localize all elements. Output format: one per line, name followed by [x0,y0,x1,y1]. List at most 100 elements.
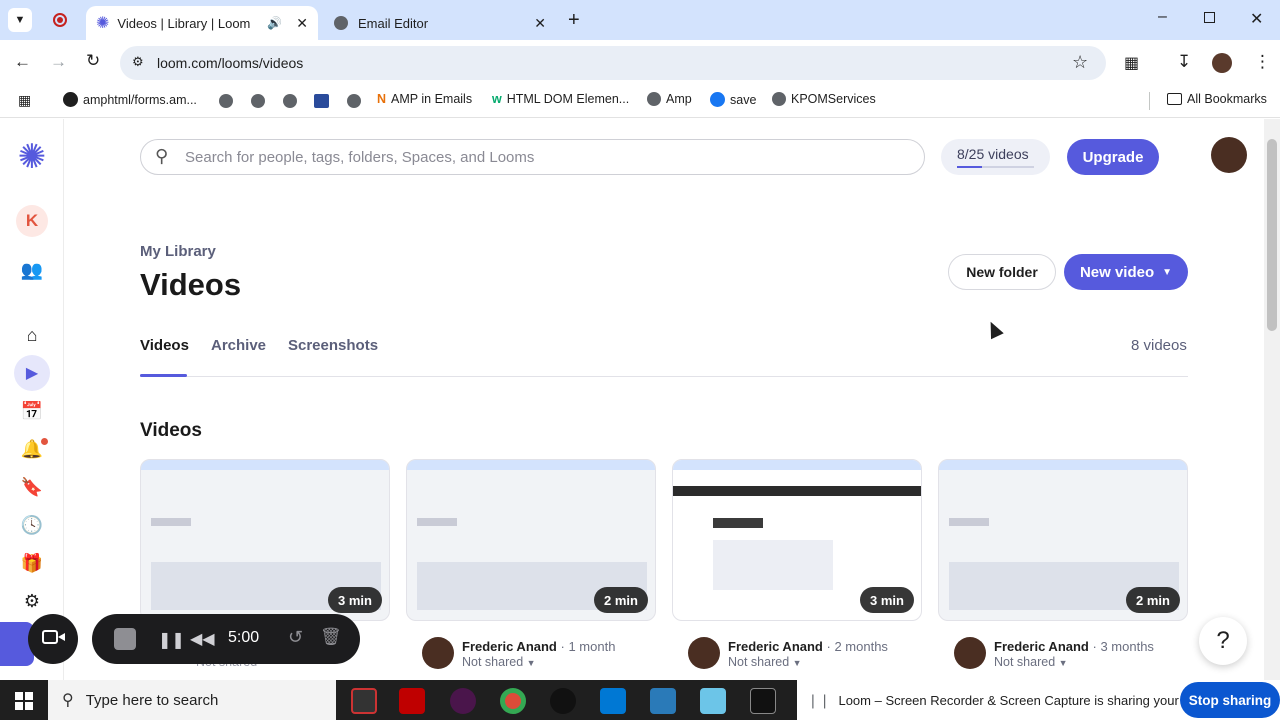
new-video-button[interactable]: New video ▼ [1064,254,1188,290]
new-folder-button[interactable]: New folder [948,254,1056,290]
author-name[interactable]: Frederic Anand [462,639,557,654]
bookmark-icon[interactable]: 🔖 [20,475,44,499]
active-tab-indicator [140,374,187,377]
reload-icon[interactable]: ↻ [86,51,100,71]
author-name[interactable]: Frederic Anand [994,639,1089,654]
bookmark-label: AMP in Emails [391,92,473,106]
profile-avatar[interactable] [1212,53,1232,73]
author-name[interactable]: Frederic Anand [728,639,823,654]
back-icon[interactable]: ← [14,52,31,72]
apps-grid-icon[interactable]: ▦ [18,92,31,109]
video-quota[interactable]: 8/25 videos [941,139,1050,175]
bookmarks-bar: ▦ amphtml/forms.am... N AMP in Emails w … [0,84,1280,118]
bookmark-amphtml[interactable]: amphtml/forms.am... [63,92,197,107]
tab-videos[interactable]: Videos [140,337,189,354]
download-icon[interactable]: ↧ [1177,52,1191,72]
gift-icon[interactable]: 🎁 [20,551,44,575]
loom-logo-icon[interactable]: ✺ [14,138,50,176]
bookmark-label: KPOMServices [791,92,876,106]
stop-button[interactable] [114,628,136,650]
drag-handle-icon[interactable]: ❘❘ [807,692,830,709]
duration-label: 3 min [870,592,904,608]
author-avatar[interactable] [688,637,720,669]
new-folder-label: New folder [966,264,1038,280]
site-settings-icon[interactable]: ⚙ [132,54,144,70]
windows-start-icon[interactable] [15,692,33,710]
people-icon[interactable]: 👥 [20,258,44,282]
close-icon[interactable]: ✕ [534,15,546,32]
bookmark-save[interactable]: save [710,92,756,107]
taskbar-search[interactable]: ⚲ Type here to search [48,680,336,720]
share-status[interactable]: Not shared ▼ [462,655,536,669]
tab-email-editor[interactable]: Email Editor ✕ [324,6,556,40]
slack-icon[interactable] [450,688,476,714]
library-icon[interactable]: ▶ [14,355,50,391]
stop-sharing-button[interactable]: Stop sharing [1180,682,1280,718]
filezilla-icon[interactable] [399,688,425,714]
scrollbar-thumb[interactable] [1267,139,1277,331]
new-tab-icon[interactable]: + [568,9,580,32]
globe-icon[interactable] [219,94,233,108]
duration-badge: 3 min [860,587,914,613]
close-icon[interactable]: ✕ [296,15,308,32]
rewind-icon[interactable]: ◀◀ [190,629,215,649]
vscode-icon[interactable] [600,688,626,714]
author-avatar[interactable] [954,637,986,669]
menu-icon[interactable]: ⋮ [1254,52,1271,72]
url-text[interactable]: loom.com/looms/videos [157,55,303,71]
clock-icon[interactable]: 🕓 [20,513,44,537]
minimize-icon[interactable]: – [1158,8,1167,26]
restore-icon[interactable] [1204,12,1215,23]
user-avatar[interactable] [1211,137,1247,173]
stop-sharing-label: Stop sharing [1188,692,1272,708]
pause-icon[interactable]: ❚❚ [158,630,185,650]
workspace-avatar[interactable]: K [16,205,48,237]
bookmark-site-icon[interactable] [314,94,329,108]
breadcrumb[interactable]: My Library [140,243,216,260]
home-icon[interactable]: ⌂ [20,323,44,347]
upgrade-button[interactable]: Upgrade [1067,139,1159,175]
scrollbar[interactable] [1264,119,1280,680]
terminal-icon[interactable] [750,688,776,714]
trash-icon[interactable]: 🗑 [320,627,342,647]
bookmark-amp[interactable]: Amp [647,92,692,106]
globe-icon[interactable] [347,94,361,108]
share-status[interactable]: Not shared ▼ [728,655,802,669]
tab-search-button[interactable]: ▼ [8,8,32,32]
close-window-icon[interactable]: ✕ [1250,9,1263,29]
author-avatar[interactable] [422,637,454,669]
speaker-icon[interactable]: 🔊 [267,16,282,30]
tab-archive[interactable]: Archive [211,337,266,354]
upwork-icon[interactable] [550,688,576,714]
globe-icon[interactable] [283,94,297,108]
all-bookmarks[interactable]: All Bookmarks [1167,92,1267,106]
video-card[interactable]: 2 min Frederic Anand · 3 months Not shar… [938,459,1188,680]
forward-icon[interactable]: → [50,52,67,72]
video-card[interactable]: 2 min Frederic Anand · 1 month Not share… [406,459,656,680]
search-input[interactable]: ⚲ Search for people, tags, folders, Spac… [140,139,925,175]
facebook-icon [710,92,725,107]
author-line: Frederic Anand · 1 month [462,639,616,654]
tab-screenshots[interactable]: Screenshots [288,337,378,354]
video-card[interactable]: 3 min Frederic Anand · 2 months Not shar… [672,459,922,680]
notepad-icon[interactable] [700,688,726,714]
globe-icon[interactable] [251,94,265,108]
help-button[interactable]: ? [1199,617,1247,665]
address-bar[interactable]: ⚙ loom.com/looms/videos ☆ [120,46,1106,80]
bookmark-html-dom[interactable]: w HTML DOM Elemen... [492,92,629,106]
extensions-icon[interactable]: ▦ [1124,53,1139,73]
calculator-icon[interactable] [650,688,676,714]
screen-share-notice: ❘❘ Loom – Screen Recorder & Screen Captu… [797,680,1280,720]
calendar-icon[interactable]: 📅 [20,399,44,423]
tab-loom-videos[interactable]: ✺ Videos | Library | Loom 🔊 ✕ [86,6,318,40]
gear-icon[interactable]: ⚙ [20,589,44,613]
share-status[interactable]: Not shared ▼ [994,655,1068,669]
bookmark-kpomservices[interactable]: KPOMServices [772,92,876,106]
bookmark-amp-in-emails[interactable]: N AMP in Emails [377,92,472,106]
star-icon[interactable]: ☆ [1072,52,1088,73]
restart-icon[interactable]: ↺ [288,627,303,648]
camera-toggle-button[interactable] [28,614,78,664]
camera-icon [42,630,58,644]
chrome-icon[interactable] [500,688,526,714]
app-icon[interactable] [351,688,377,714]
